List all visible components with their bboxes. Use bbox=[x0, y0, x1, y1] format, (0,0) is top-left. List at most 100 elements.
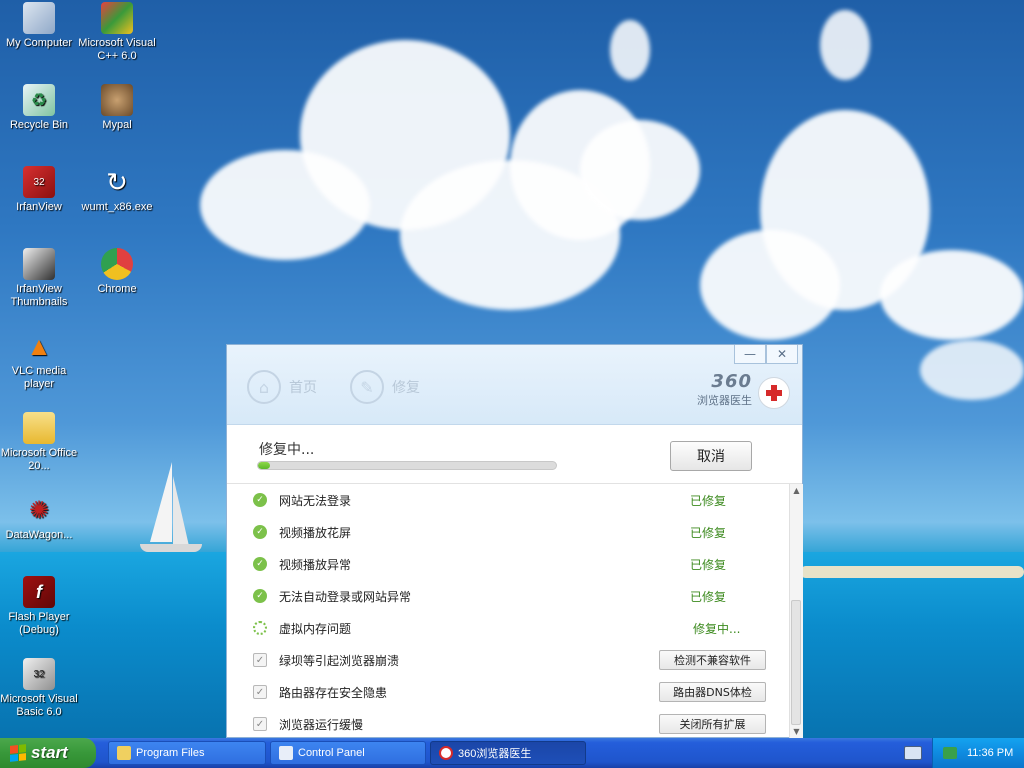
desktop-icon-label: Chrome bbox=[97, 283, 137, 295]
desktop-icon-visual-basic[interactable]: 32 Microsoft Visual Basic 6.0 bbox=[0, 658, 78, 719]
cloud bbox=[700, 230, 840, 340]
desktop-icon-label: Recycle Bin bbox=[9, 119, 69, 131]
item-text: 视频播放花屏 bbox=[279, 525, 352, 540]
clock[interactable]: 11:36 PM bbox=[967, 747, 1013, 759]
check-circle-icon: ✓ bbox=[253, 493, 267, 507]
sailboat-hull bbox=[140, 544, 202, 552]
item-status: 已修复 bbox=[690, 525, 727, 540]
taskbar-button-label: 360浏览器医生 bbox=[458, 748, 532, 760]
item-status: 已修复 bbox=[690, 557, 727, 572]
chrome-icon bbox=[101, 248, 133, 280]
spinner-icon bbox=[253, 621, 267, 635]
item-text: 视频播放异常 bbox=[279, 557, 352, 572]
status-title: 修复中... bbox=[259, 442, 315, 458]
list-item: ✓ 无法自动登录或网站异常 已修复 bbox=[227, 580, 789, 612]
keyboard-icon[interactable] bbox=[904, 746, 922, 760]
windows-logo-icon bbox=[10, 744, 26, 762]
irfanview-thumbnails-icon bbox=[23, 248, 55, 280]
item-checkbox[interactable]: ✓ bbox=[253, 717, 267, 731]
item-status: 已修复 bbox=[690, 589, 727, 604]
taskbar-program-files[interactable]: Program Files bbox=[108, 741, 266, 765]
close-button[interactable]: ✕ bbox=[766, 345, 798, 364]
nav-home-label: 首页 bbox=[289, 380, 317, 396]
wrench-icon: ✎ bbox=[350, 370, 384, 404]
progress-bar bbox=[257, 461, 557, 470]
desktop-icon-irfanview-thumbnails[interactable]: IrfanView Thumbnails bbox=[0, 248, 78, 309]
scroll-down-icon[interactable]: ▼ bbox=[790, 725, 803, 738]
desktop-icon-recycle-bin[interactable]: ♻ Recycle Bin bbox=[0, 84, 78, 132]
item-status: 已修复 bbox=[690, 493, 727, 508]
taskbar-control-panel[interactable]: Control Panel bbox=[270, 741, 426, 765]
desktop-icon-flash-player[interactable]: f Flash Player (Debug) bbox=[0, 576, 78, 637]
sailboat-icon bbox=[150, 462, 172, 542]
start-button[interactable]: start bbox=[0, 738, 96, 768]
scroll-up-icon[interactable]: ▲ bbox=[790, 484, 803, 497]
brand: 360 浏览器医生 bbox=[697, 373, 752, 408]
desktop-icon-label: Flash Player (Debug) bbox=[8, 611, 70, 636]
desktop-icon-irfanview[interactable]: 32 IrfanView bbox=[0, 166, 78, 214]
taskbar-360-doctor[interactable]: 360浏览器医生 bbox=[430, 741, 586, 765]
minimize-button[interactable]: — bbox=[734, 345, 766, 364]
desktop-icon-visual-cpp[interactable]: Microsoft Visual C++ 6.0 bbox=[78, 2, 156, 63]
system-tray: 11:36 PM bbox=[932, 738, 1024, 768]
brand-name: 浏览器医生 bbox=[697, 394, 752, 407]
taskbar-button-label: Program Files bbox=[136, 747, 205, 759]
detect-incompatible-button[interactable]: 检测不兼容软件 bbox=[659, 650, 766, 670]
list-item: ✓ 浏览器运行缓慢 关闭所有扩展 bbox=[227, 708, 789, 738]
list-item: ✓ 视频播放花屏 已修复 bbox=[227, 516, 789, 548]
window-header: — ✕ ⌂ 首页 ✎ 修复 360 浏览器医生 bbox=[227, 345, 802, 425]
nav-home[interactable]: ⌂ 首页 bbox=[247, 370, 317, 404]
scrollbar[interactable]: ▲ ▼ bbox=[789, 484, 803, 738]
desktop-icon-label: Microsoft Office 20... bbox=[0, 447, 78, 472]
cancel-button[interactable]: 取消 bbox=[670, 441, 752, 471]
control-panel-icon bbox=[279, 746, 293, 760]
desktop-icon-my-computer[interactable]: My Computer bbox=[0, 2, 78, 50]
folder-icon bbox=[117, 746, 131, 760]
desktop-icon-label: My Computer bbox=[5, 37, 73, 49]
item-text: 绿坝等引起浏览器崩溃 bbox=[279, 653, 400, 668]
list-item: ✓ 路由器存在安全隐患 路由器DNS体检 bbox=[227, 676, 789, 708]
start-label: start bbox=[31, 743, 68, 762]
visual-basic-icon: 32 bbox=[23, 658, 55, 690]
flash-icon: f bbox=[23, 576, 55, 608]
beach bbox=[800, 566, 1024, 578]
cloud bbox=[920, 340, 1024, 400]
item-text: 路由器存在安全隐患 bbox=[279, 685, 388, 700]
irfanview-icon: 32 bbox=[23, 166, 55, 198]
360-doctor-icon bbox=[439, 746, 453, 760]
desktop-icon-label: IrfanView bbox=[16, 201, 62, 213]
desktop-icon-chrome[interactable]: Chrome bbox=[78, 248, 156, 296]
router-dns-check-button[interactable]: 路由器DNS体检 bbox=[659, 682, 766, 702]
cloud bbox=[610, 20, 650, 80]
folder-icon bbox=[23, 412, 55, 444]
brand-number: 360 bbox=[711, 371, 752, 392]
browser-doctor-window: — ✕ ⌂ 首页 ✎ 修复 360 浏览器医生 修复中... 取消 ✓ 网站无法… bbox=[226, 344, 803, 738]
nav-repair[interactable]: ✎ 修复 bbox=[350, 370, 420, 404]
desktop-icon-label: Mypal bbox=[102, 119, 132, 131]
taskbar-button-label: Control Panel bbox=[298, 747, 365, 759]
scroll-thumb[interactable] bbox=[791, 600, 801, 725]
progress-fill bbox=[258, 462, 270, 469]
list-item: ✓ 视频播放异常 已修复 bbox=[227, 548, 789, 580]
desktop-icon-datawagon[interactable]: ✺ DataWagon... bbox=[0, 494, 78, 542]
desktop-icon-vlc[interactable]: ▲ VLC media player bbox=[0, 330, 78, 391]
mypal-icon bbox=[101, 84, 133, 116]
vlc-icon: ▲ bbox=[26, 330, 52, 361]
desktop-icon-office-folder[interactable]: Microsoft Office 20... bbox=[0, 412, 78, 473]
visual-cpp-icon bbox=[101, 2, 133, 34]
network-icon[interactable] bbox=[943, 747, 957, 759]
desktop-icon-label: Microsoft Visual Basic 6.0 bbox=[0, 693, 78, 718]
desktop-icon-label: VLC media player bbox=[11, 365, 67, 390]
refresh-icon: ↻ bbox=[106, 166, 128, 197]
desktop-icon-mypal[interactable]: Mypal bbox=[78, 84, 156, 132]
list-item: ✓ 绿坝等引起浏览器崩溃 检测不兼容软件 bbox=[227, 644, 789, 676]
item-text: 网站无法登录 bbox=[279, 493, 352, 508]
cloud bbox=[820, 10, 870, 80]
desktop-icon-label: IrfanView Thumbnails bbox=[10, 283, 68, 308]
desktop-icon-wumt[interactable]: ↻ wumt_x86.exe bbox=[78, 166, 156, 214]
item-checkbox[interactable]: ✓ bbox=[253, 653, 267, 667]
close-extensions-button[interactable]: 关闭所有扩展 bbox=[659, 714, 766, 734]
desktop-icon-label: Microsoft Visual C++ 6.0 bbox=[78, 37, 156, 62]
home-icon: ⌂ bbox=[247, 370, 281, 404]
item-checkbox[interactable]: ✓ bbox=[253, 685, 267, 699]
